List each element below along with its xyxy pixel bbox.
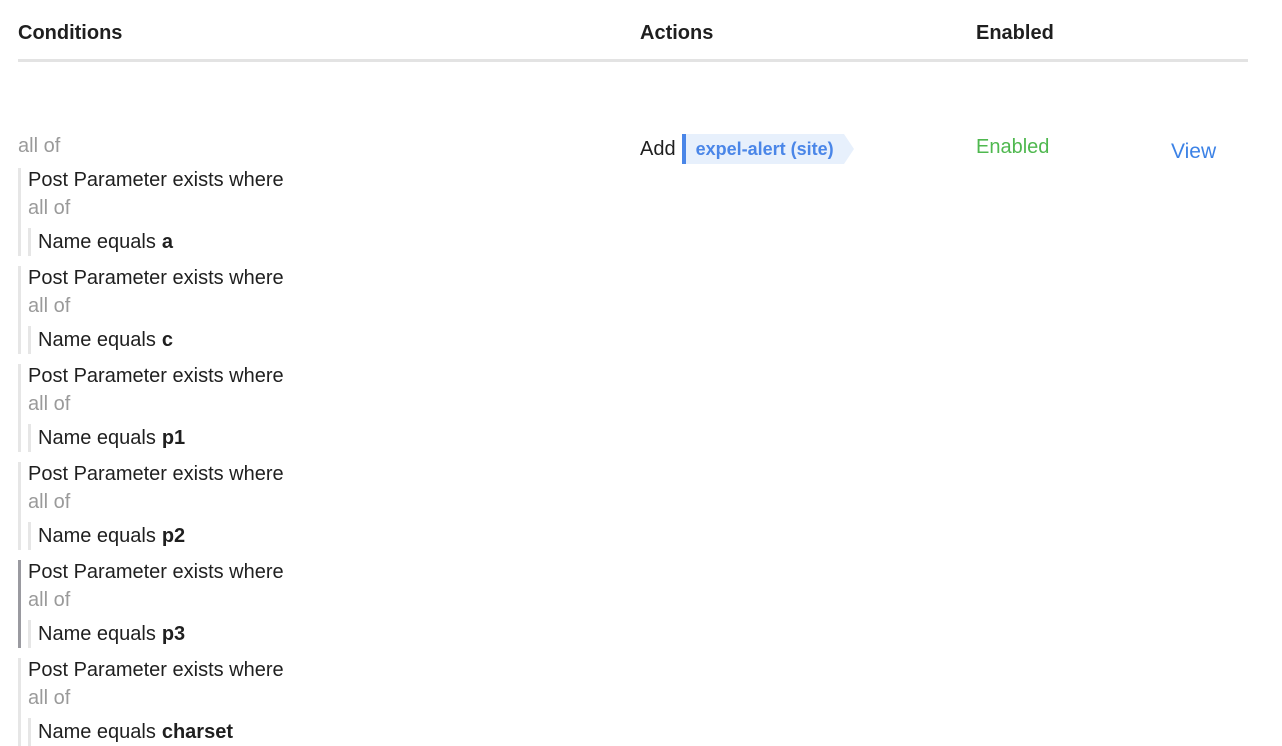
conditions-cell: all of Post Parameter exists where all o… <box>18 134 618 746</box>
action-verb: Add <box>640 137 676 160</box>
status-badge: Enabled <box>976 136 1050 158</box>
clause-value: a <box>161 231 173 253</box>
condition-group-operator: all of <box>28 393 71 415</box>
clause-value: p3 <box>161 623 186 645</box>
clause-prefix: Name equals <box>38 329 156 351</box>
condition-group: Post Parameter exists where all of Name … <box>18 168 618 256</box>
condition-clause: Name equals p1 <box>28 424 618 452</box>
clause-value: c <box>161 329 173 351</box>
view-link[interactable]: View <box>1171 140 1216 164</box>
clause-prefix: Name equals <box>38 231 156 253</box>
table-header: Conditions Actions Enabled <box>18 0 1248 62</box>
condition-group-operator: all of <box>28 687 71 709</box>
condition-clause: Name equals charset <box>28 718 618 746</box>
condition-clause: Name equals a <box>28 228 618 256</box>
condition-group-title: Post Parameter exists where <box>28 561 284 583</box>
column-header-actions: Actions <box>640 22 714 44</box>
condition-group-title: Post Parameter exists where <box>28 659 284 681</box>
condition-group-title: Post Parameter exists where <box>28 365 284 387</box>
column-header-enabled: Enabled <box>976 22 1054 44</box>
condition-group-operator: all of <box>28 197 71 219</box>
clause-prefix: Name equals <box>38 427 156 449</box>
condition-group: Post Parameter exists where all of Name … <box>18 266 618 354</box>
condition-group-operator: all of <box>28 491 71 513</box>
clause-prefix: Name equals <box>38 721 156 743</box>
condition-group-title: Post Parameter exists where <box>28 463 284 485</box>
condition-clause: Name equals p3 <box>28 620 618 648</box>
condition-clause: Name equals c <box>28 326 618 354</box>
condition-group: Post Parameter exists where all of Name … <box>18 462 618 550</box>
root-operator: all of <box>18 135 61 157</box>
condition-group-title: Post Parameter exists where <box>28 169 284 191</box>
condition-group: Post Parameter exists where all of Name … <box>18 560 618 648</box>
clause-prefix: Name equals <box>38 623 156 645</box>
condition-group: Post Parameter exists where all of Name … <box>18 364 618 452</box>
condition-group-operator: all of <box>28 295 71 317</box>
clause-value: p1 <box>161 427 186 449</box>
clause-prefix: Name equals <box>38 525 156 547</box>
action-tag: expel-alert (site) <box>681 134 854 164</box>
condition-group-title: Post Parameter exists where <box>28 267 284 289</box>
rules-table: Conditions Actions Enabled all of Post P… <box>18 0 1248 746</box>
condition-group-operator: all of <box>28 589 71 611</box>
condition-group: Post Parameter exists where all of Name … <box>18 658 618 746</box>
condition-clause: Name equals p2 <box>28 522 618 550</box>
clause-value: p2 <box>161 525 186 547</box>
column-header-conditions: Conditions <box>18 22 123 44</box>
clause-value: charset <box>161 721 233 743</box>
actions-cell: Add expel-alert (site) <box>640 134 854 164</box>
